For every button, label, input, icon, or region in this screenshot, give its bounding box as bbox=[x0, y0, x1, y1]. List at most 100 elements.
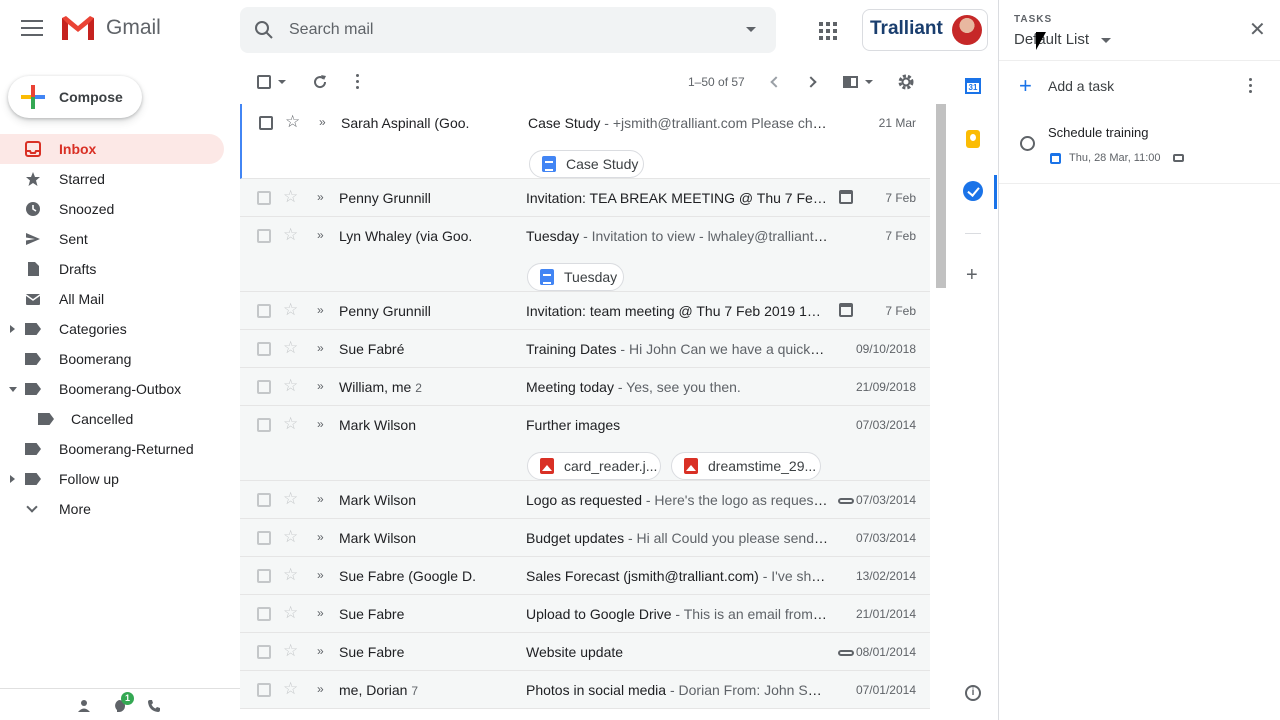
sidebar-item-boomerang-returned[interactable]: Boomerang-Returned bbox=[0, 434, 240, 464]
sidebar-item-all-mail[interactable]: All Mail bbox=[0, 284, 240, 314]
sidebar-item-boomerang[interactable]: Boomerang bbox=[0, 344, 240, 374]
split-pane-options-icon[interactable] bbox=[865, 80, 873, 84]
account-brand[interactable]: Tralliant bbox=[862, 9, 988, 51]
attachment-chip[interactable]: Case Study bbox=[529, 150, 644, 178]
newer-page-icon[interactable] bbox=[770, 76, 782, 88]
star-icon[interactable]: ☆ bbox=[283, 226, 298, 244]
table-row[interactable]: ☆ » Mark Wilson Further images 07/03/2014 car… bbox=[240, 406, 930, 481]
select-all-checkbox[interactable] bbox=[257, 75, 271, 89]
importance-marker-icon[interactable]: » bbox=[319, 115, 326, 129]
phone-icon[interactable] bbox=[147, 699, 161, 713]
table-row[interactable]: ☆ » Penny Grunnill Invitation: team meeting… bbox=[240, 292, 930, 330]
importance-marker-icon[interactable]: » bbox=[317, 379, 324, 393]
expand-arrow-icon[interactable] bbox=[10, 475, 15, 483]
row-checkbox[interactable] bbox=[257, 569, 271, 583]
table-row[interactable]: ☆ » Sue Fabré Training Dates - Hi John Can … bbox=[240, 330, 930, 368]
task-list-caret-icon[interactable] bbox=[1101, 38, 1111, 43]
importance-marker-icon[interactable]: » bbox=[317, 492, 324, 506]
search-input[interactable]: Search mail bbox=[289, 21, 373, 39]
row-checkbox[interactable] bbox=[257, 229, 271, 243]
info-icon[interactable]: i bbox=[965, 685, 981, 701]
main-menu-icon[interactable] bbox=[21, 20, 43, 38]
sidebar-item-boomerang-outbox[interactable]: Boomerang-Outbox bbox=[0, 374, 240, 404]
sidebar-item-categories[interactable]: Categories bbox=[0, 314, 240, 344]
task-title[interactable]: Schedule training bbox=[1048, 125, 1148, 140]
refresh-icon[interactable] bbox=[312, 74, 328, 90]
contacts-icon[interactable] bbox=[77, 699, 91, 713]
keep-icon[interactable] bbox=[966, 130, 980, 148]
add-addon-icon[interactable]: + bbox=[966, 265, 978, 285]
row-checkbox[interactable] bbox=[257, 191, 271, 205]
task-complete-checkbox[interactable] bbox=[1020, 136, 1035, 151]
star-icon[interactable]: ☆ bbox=[283, 377, 298, 395]
avatar[interactable] bbox=[952, 15, 982, 45]
table-row[interactable]: ☆ » William, me 2 Meeting today - Yes, see … bbox=[240, 368, 930, 406]
search-options-icon[interactable] bbox=[746, 27, 756, 32]
table-row[interactable]: ☆ » Sue Fabre Upload to Google Drive - This… bbox=[240, 595, 930, 633]
table-row[interactable]: ☆ » Mark Wilson Logo as requested - Here's … bbox=[240, 481, 930, 519]
star-icon[interactable]: ☆ bbox=[283, 566, 298, 584]
sidebar-item-more[interactable]: More bbox=[0, 494, 240, 524]
more-options-icon[interactable] bbox=[356, 74, 360, 92]
gear-icon[interactable] bbox=[897, 73, 915, 91]
row-checkbox[interactable] bbox=[257, 607, 271, 621]
sidebar-item-cancelled[interactable]: Cancelled bbox=[0, 404, 240, 434]
star-icon[interactable]: ☆ bbox=[283, 188, 298, 206]
star-icon[interactable]: ☆ bbox=[283, 528, 298, 546]
sidebar-item-starred[interactable]: Starred bbox=[0, 164, 240, 194]
older-page-icon[interactable] bbox=[805, 76, 817, 88]
split-pane-icon[interactable] bbox=[843, 76, 858, 88]
select-options-icon[interactable] bbox=[278, 80, 286, 84]
importance-marker-icon[interactable]: » bbox=[317, 228, 324, 242]
gmail-logo[interactable]: Gmail bbox=[60, 14, 161, 42]
row-checkbox[interactable] bbox=[257, 531, 271, 545]
star-icon[interactable]: ☆ bbox=[283, 301, 298, 319]
star-icon[interactable]: ☆ bbox=[283, 680, 298, 698]
add-task-button[interactable]: + Add a task bbox=[1019, 75, 1114, 97]
importance-marker-icon[interactable]: » bbox=[317, 303, 324, 317]
close-icon[interactable]: ✕ bbox=[1249, 20, 1266, 40]
calendar-icon[interactable]: 31 bbox=[965, 78, 981, 94]
sidebar-item-inbox[interactable]: Inbox bbox=[0, 134, 224, 164]
attachment-chip[interactable]: dreamstime_29... bbox=[671, 452, 821, 480]
google-apps-icon[interactable] bbox=[819, 22, 837, 40]
expand-arrow-icon[interactable] bbox=[10, 325, 15, 333]
compose-button[interactable]: Compose bbox=[8, 76, 142, 118]
row-checkbox[interactable] bbox=[257, 645, 271, 659]
table-row[interactable]: ☆ » Sarah Aspinall (Goo. Case Study - +jsmi… bbox=[240, 104, 930, 179]
row-checkbox[interactable] bbox=[259, 116, 273, 130]
search-bar[interactable]: Search mail bbox=[240, 7, 776, 53]
importance-marker-icon[interactable]: » bbox=[317, 568, 324, 582]
importance-marker-icon[interactable]: » bbox=[317, 341, 324, 355]
table-row[interactable]: ☆ » Mark Wilson Budget updates - Hi all Cou… bbox=[240, 519, 930, 557]
star-icon[interactable]: ☆ bbox=[285, 113, 300, 131]
tasks-icon[interactable] bbox=[963, 181, 983, 201]
star-icon[interactable]: ☆ bbox=[283, 339, 298, 357]
importance-marker-icon[interactable]: » bbox=[317, 190, 324, 204]
table-row[interactable]: ☆ » Sue Fabre Website update 08/01/2014 bbox=[240, 633, 930, 671]
table-row[interactable]: ☆ » Lyn Whaley (via Goo. Tuesday - Invitati… bbox=[240, 217, 930, 292]
row-checkbox[interactable] bbox=[257, 342, 271, 356]
sidebar-item-snoozed[interactable]: Snoozed bbox=[0, 194, 240, 224]
star-icon[interactable]: ☆ bbox=[283, 642, 298, 660]
sidebar-item-sent[interactable]: Sent bbox=[0, 224, 240, 254]
table-row[interactable]: ☆ » me, Dorian 7 Photos in social media - D… bbox=[240, 671, 930, 709]
row-checkbox[interactable] bbox=[257, 493, 271, 507]
importance-marker-icon[interactable]: » bbox=[317, 530, 324, 544]
row-checkbox[interactable] bbox=[257, 304, 271, 318]
table-row[interactable]: ☆ » Sue Fabre (Google D. Sales Forecast (js… bbox=[240, 557, 930, 595]
attachment-chip[interactable]: card_reader.j... bbox=[527, 452, 661, 480]
tasks-more-icon[interactable] bbox=[1249, 78, 1252, 96]
importance-marker-icon[interactable]: » bbox=[317, 606, 324, 620]
collapse-arrow-icon[interactable] bbox=[9, 387, 17, 392]
star-icon[interactable]: ☆ bbox=[283, 415, 298, 433]
star-icon[interactable]: ☆ bbox=[283, 490, 298, 508]
list-scrollbar[interactable] bbox=[936, 104, 946, 288]
importance-marker-icon[interactable]: » bbox=[317, 644, 324, 658]
star-icon[interactable]: ☆ bbox=[283, 604, 298, 622]
sidebar-item-drafts[interactable]: Drafts bbox=[0, 254, 240, 284]
importance-marker-icon[interactable]: » bbox=[317, 682, 324, 696]
row-checkbox[interactable] bbox=[257, 418, 271, 432]
table-row[interactable]: ☆ » Penny Grunnill Invitation: TEA BREAK ME… bbox=[240, 179, 930, 217]
row-checkbox[interactable] bbox=[257, 683, 271, 697]
